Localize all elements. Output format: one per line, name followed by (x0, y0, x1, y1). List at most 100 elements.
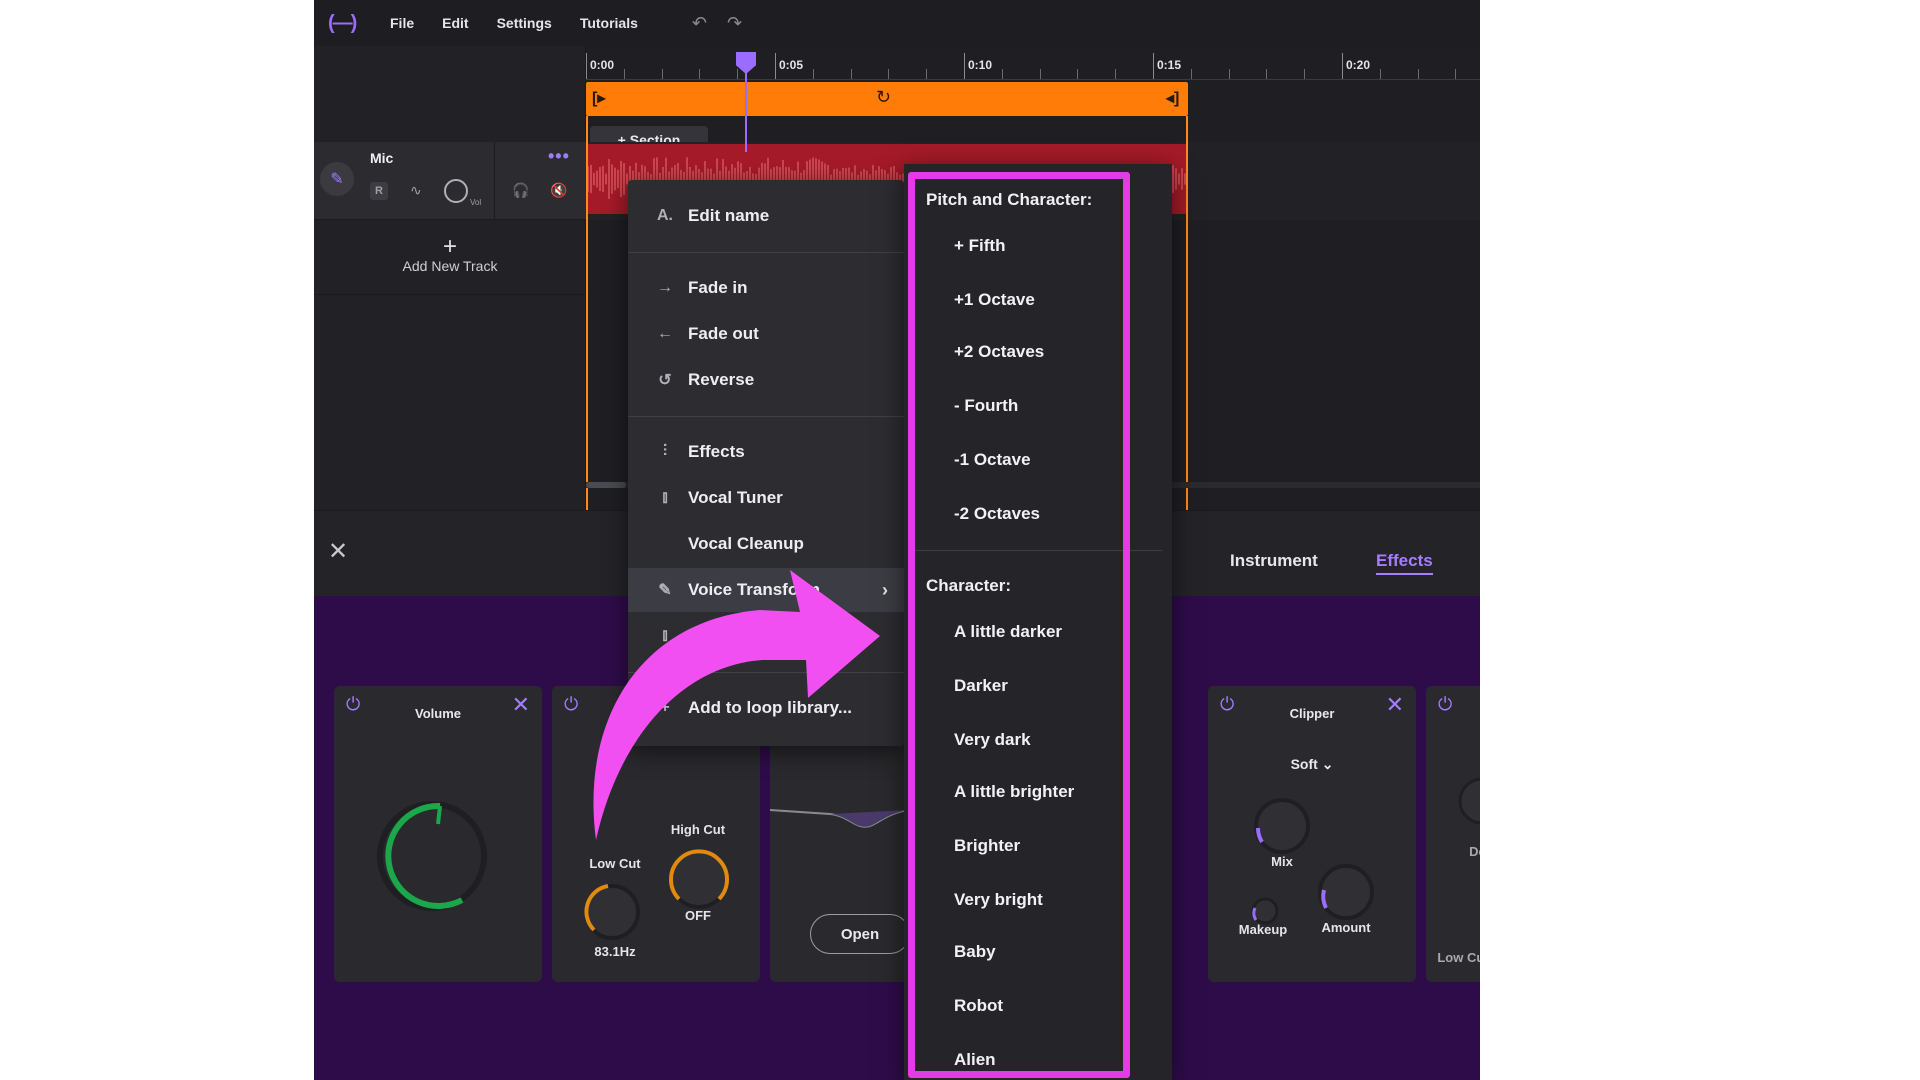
menu-item-label: Vocal Tuner (688, 488, 783, 507)
low-cut-label: Low Cut (1437, 950, 1480, 965)
mix-knob[interactable] (1252, 796, 1312, 856)
partial-effect-card: ⏻ Dec Low Cut (1426, 686, 1480, 982)
menu-separator (628, 252, 904, 253)
ruler-tick (1304, 69, 1306, 79)
open-button[interactable]: Open (810, 914, 910, 954)
ruler-tick (661, 69, 663, 79)
submenu-item[interactable]: A little darker (954, 622, 1062, 642)
microphone-pen-icon: ✎ (658, 582, 672, 599)
ruler-tick (1342, 53, 1343, 79)
close-icon[interactable]: ✕ (328, 537, 348, 566)
volume-label: Vol (470, 198, 482, 207)
add-new-track-button[interactable]: + Add New Track (314, 235, 586, 276)
ruler-tick (926, 69, 928, 79)
ruler-tick (737, 69, 739, 79)
menu-edit-name[interactable]: A. Edit name (628, 194, 904, 238)
headphones-icon[interactable]: 🎧 (512, 182, 529, 199)
submenu-item[interactable]: Robot (954, 996, 1003, 1016)
ruler-tick (1039, 69, 1041, 79)
track-header-mic[interactable]: ✎ Mic ••• R ∿ Vol 🎧 🔇 (314, 142, 586, 220)
menu-item-label: Fade out (688, 324, 759, 343)
waveform-icon: ⫾ (662, 627, 668, 644)
submenu-heading-character: Character: (926, 576, 1012, 595)
menu-effects[interactable]: ⫶ Effects (628, 430, 904, 474)
tick-label: 0:00 (590, 58, 615, 72)
loop-end-handle-icon[interactable]: ◂] (1166, 88, 1179, 108)
submenu-item[interactable]: Baby (954, 942, 996, 962)
ruler-tick (1077, 69, 1079, 79)
app-logo[interactable]: (—) (328, 12, 364, 35)
loop-start-line (586, 116, 588, 516)
menu-file[interactable]: File (390, 15, 414, 31)
submenu-item[interactable]: Darker (954, 676, 1008, 696)
menu-fade-out[interactable]: ← Fade out (628, 312, 904, 356)
volume-knob[interactable] (374, 798, 490, 914)
loop-icon[interactable]: ↻ (876, 87, 891, 108)
submenu-item[interactable]: -2 Octaves (954, 504, 1040, 524)
menu-vocal-tuner[interactable]: ⫾ Vocal Tuner (628, 476, 904, 520)
submenu-heading-pitch: Pitch and Character: (926, 190, 1093, 209)
automation-icon[interactable]: ∿ (410, 182, 422, 199)
low-cut-label: Low Cut (589, 856, 641, 871)
submenu-item[interactable]: + Fifth (954, 236, 1005, 256)
volume-effect-card: ⏻ ✕ Volume (334, 686, 542, 982)
ruler-tick (812, 69, 814, 79)
undo-icon[interactable]: ↶ (692, 13, 707, 34)
ruler-tick (623, 69, 625, 79)
menu-reverse[interactable]: ↺ Reverse (628, 358, 904, 402)
more-options-icon[interactable]: ••• (548, 146, 570, 167)
power-icon[interactable]: ⏻ (1438, 694, 1452, 715)
menu-separator (628, 416, 904, 417)
menu-settings[interactable]: Settings (497, 15, 552, 31)
reverse-icon: ↺ (658, 372, 672, 389)
ruler-tick (1266, 69, 1268, 79)
submenu-item[interactable]: Very bright (954, 890, 1043, 910)
ruler-tick (1455, 69, 1457, 79)
sliders-icon: ⫶ (662, 443, 667, 460)
high-cut-knob[interactable] (666, 846, 732, 912)
decay-knob[interactable] (1456, 776, 1480, 826)
menu-fade-in[interactable]: → Fade in (628, 266, 904, 310)
tab-effects[interactable]: Effects (1376, 551, 1433, 575)
submenu-item[interactable]: +2 Octaves (954, 342, 1044, 362)
menu-add-to-loop-library[interactable]: + Add to loop library... (628, 686, 904, 730)
loop-region-bar[interactable]: [▸ ↻ ◂] (586, 82, 1188, 116)
mute-icon[interactable]: 🔇 (550, 182, 567, 199)
submenu-item[interactable]: A little brighter (954, 782, 1074, 802)
redo-icon[interactable]: ↷ (727, 13, 742, 34)
volume-knob[interactable] (444, 179, 468, 203)
menu-voice-transform[interactable]: ✎ Voice Transform › (628, 568, 904, 612)
menu-edit[interactable]: Edit (442, 15, 468, 31)
menu-item-label: Effects (688, 442, 745, 461)
loop-start-handle-icon[interactable]: [▸ (592, 88, 605, 108)
scrollbar-thumb[interactable] (586, 482, 626, 488)
submenu-item[interactable]: Brighter (954, 836, 1020, 856)
tab-instrument[interactable]: Instrument (1230, 551, 1318, 571)
submenu-item[interactable]: Alien (954, 1050, 996, 1070)
record-arm-button[interactable]: R (370, 182, 388, 200)
track-divider (494, 142, 495, 220)
ruler-tick (775, 53, 776, 79)
microphone-pen-icon[interactable]: ✎ (320, 162, 354, 196)
submenu-item[interactable]: +1 Octave (954, 290, 1035, 310)
plus-icon: + (660, 699, 670, 716)
power-icon[interactable]: ⏻ (564, 694, 578, 715)
tick-label: 0:10 (968, 58, 993, 72)
amount-knob[interactable] (1316, 862, 1376, 922)
loop-end-line (1186, 116, 1188, 516)
submenu-item[interactable]: Very dark (954, 730, 1031, 750)
menu-hidden-item[interactable]: ⫾ (628, 614, 904, 658)
submenu-item[interactable]: -1 Octave (954, 450, 1031, 470)
submenu-item[interactable]: - Fourth (954, 396, 1018, 416)
ruler-tick (586, 53, 587, 79)
ruler-tick (1379, 69, 1381, 79)
clipper-mode-select[interactable]: Soft ⌄ (1208, 756, 1416, 773)
menu-tutorials[interactable]: Tutorials (580, 15, 638, 31)
ruler-tick (699, 69, 701, 79)
ruler-tick (1001, 69, 1003, 79)
low-cut-knob[interactable] (582, 882, 642, 942)
time-ruler[interactable]: 0:00 0:05 0:10 0:15 0:20 (586, 46, 1480, 80)
tick-label: 0:15 (1157, 58, 1182, 72)
menu-vocal-cleanup[interactable]: Vocal Cleanup (628, 522, 904, 566)
track-name[interactable]: Mic (370, 150, 393, 166)
